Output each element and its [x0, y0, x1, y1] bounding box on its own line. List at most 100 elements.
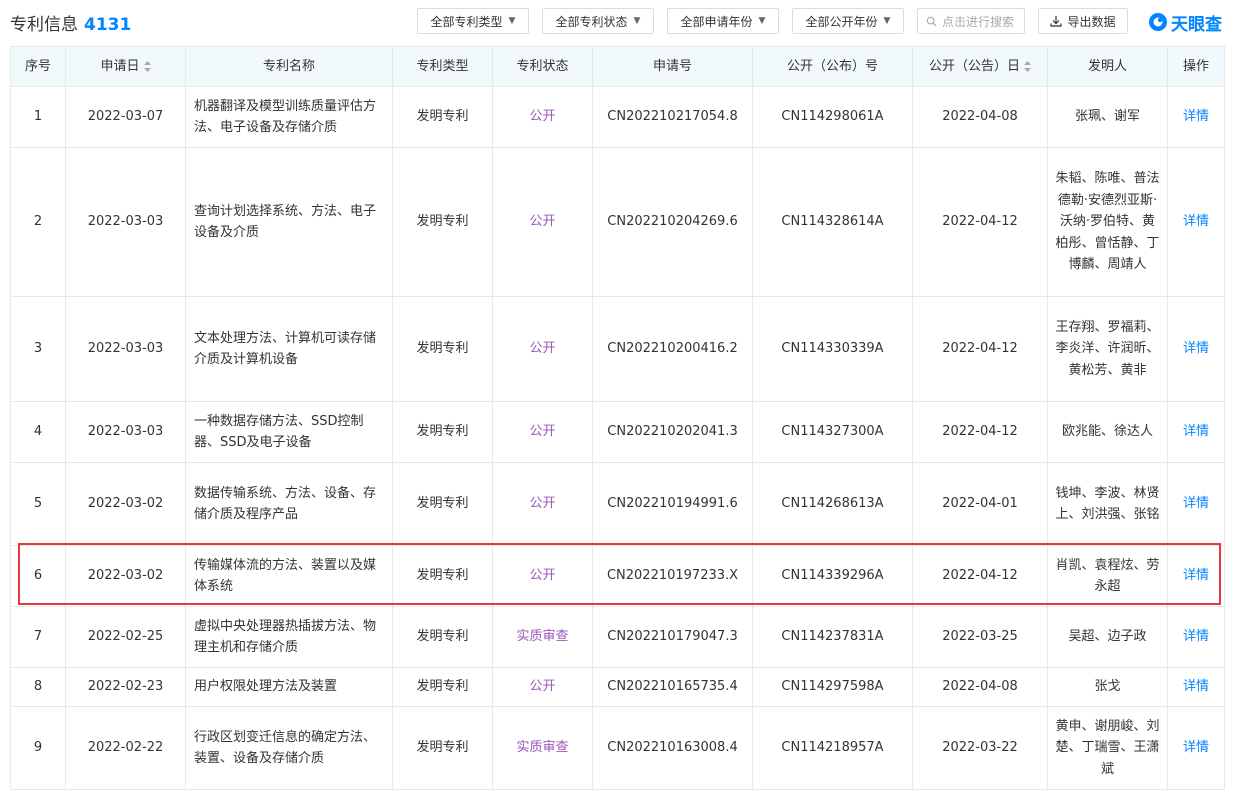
cell-pub-no: CN114330339A: [752, 296, 913, 402]
cell-index: 2: [10, 147, 66, 297]
tianyancha-logo[interactable]: 天眼查: [1148, 10, 1222, 35]
patent-type-filter[interactable]: 全部专利类型 ▼: [417, 8, 529, 34]
page-header: 专利信息 4131 全部专利类型 ▼ 全部专利状态 ▼ 全部申请年份 ▼ 全部公开年份 ▼…: [0, 0, 1235, 44]
caret-down-icon: ▼: [633, 16, 641, 26]
cell-pub-date: 2022-04-08: [912, 86, 1048, 148]
cell-type: 发明专利: [392, 706, 493, 790]
patent-table: 序号 申请日 专利名称 专利类型 专利状态 申请号 公开（公布）号 公开（公告）…: [10, 46, 1225, 790]
cell-apply-date: 2022-03-02: [65, 462, 186, 546]
col-header-pub-no: 公开（公布）号: [752, 46, 913, 87]
cell-name: 传输媒体流的方法、装置以及媒体系统: [185, 545, 393, 607]
detail-link[interactable]: 详情: [1167, 296, 1225, 402]
table-row-highlighted: 6 2022-03-02 传输媒体流的方法、装置以及媒体系统 发明专利 公开 C…: [10, 545, 1225, 607]
cell-index: 8: [10, 667, 66, 707]
cell-inventors: 欧兆能、徐达人: [1047, 401, 1168, 463]
cell-inventors: 黄申、谢朋峻、刘楚、丁瑞雪、王潇斌: [1047, 706, 1168, 790]
table-row: 2 2022-03-03 查询计划选择系统、方法、电子设备及介质 发明专利 公开…: [10, 147, 1225, 297]
col-header-pub-date[interactable]: 公开（公告）日: [912, 46, 1048, 87]
cell-name: 数据传输系统、方法、设备、存储介质及程序产品: [185, 462, 393, 546]
apply-year-filter[interactable]: 全部申请年份 ▼: [667, 8, 779, 34]
cell-index: 7: [10, 606, 66, 668]
sort-icon[interactable]: [143, 60, 151, 72]
col-header-status: 专利状态: [492, 46, 593, 87]
cell-pub-no: CN114327300A: [752, 401, 913, 463]
table-row: 4 2022-03-03 一种数据存储方法、SSD控制器、SSD及电子设备 发明…: [10, 401, 1225, 463]
cell-name: 行政区划变迁信息的确定方法、装置、设备及存储介质: [185, 706, 393, 790]
cell-pub-date: 2022-04-12: [912, 545, 1048, 607]
cell-inventors: 朱韬、陈唯、普法德勒·安德烈亚斯·沃纳·罗伯特、黄柏彤、曾恬静、丁博麟、周靖人: [1047, 147, 1168, 297]
cell-index: 6: [10, 545, 66, 607]
cell-name: 一种数据存储方法、SSD控制器、SSD及电子设备: [185, 401, 393, 463]
cell-apply-no: CN202210179047.3: [592, 606, 753, 668]
publish-year-filter[interactable]: 全部公开年份 ▼: [792, 8, 904, 34]
col-header-pub-date-label: 公开（公告）日: [928, 58, 1020, 74]
table-row: 7 2022-02-25 虚拟中央处理器热插拔方法、物理主机和存储介质 发明专利…: [10, 606, 1225, 668]
cell-status: 实质审查: [492, 606, 593, 668]
cell-apply-date: 2022-02-23: [65, 667, 186, 707]
cell-pub-date: 2022-04-12: [912, 147, 1048, 297]
cell-apply-date: 2022-03-02: [65, 545, 186, 607]
search-input[interactable]: 点击进行搜索: [917, 8, 1025, 34]
cell-apply-date: 2022-03-07: [65, 86, 186, 148]
cell-status: 公开: [492, 147, 593, 297]
col-header-index: 序号: [10, 46, 66, 87]
cell-pub-no: CN114237831A: [752, 606, 913, 668]
detail-link[interactable]: 详情: [1167, 86, 1225, 148]
sort-icon[interactable]: [1024, 60, 1031, 72]
cell-pub-no: CN114298061A: [752, 86, 913, 148]
col-header-apply-date-label: 申请日: [100, 58, 140, 74]
col-header-name: 专利名称: [185, 46, 393, 87]
cell-status: 实质审查: [492, 706, 593, 790]
cell-index: 1: [10, 86, 66, 148]
cell-pub-date: 2022-03-22: [912, 706, 1048, 790]
cell-name: 查询计划选择系统、方法、电子设备及介质: [185, 147, 393, 297]
detail-link[interactable]: 详情: [1167, 667, 1225, 707]
logo-mark-icon: [1149, 13, 1167, 31]
patent-status-filter[interactable]: 全部专利状态 ▼: [542, 8, 654, 34]
cell-name: 文本处理方法、计算机可读存储介质及计算机设备: [185, 296, 393, 402]
search-icon: [926, 16, 937, 27]
patent-count: 4131: [84, 15, 132, 35]
detail-link[interactable]: 详情: [1167, 401, 1225, 463]
detail-link[interactable]: 详情: [1167, 462, 1225, 546]
detail-link[interactable]: 详情: [1167, 706, 1225, 790]
cell-type: 发明专利: [392, 401, 493, 463]
cell-apply-no: CN202210202041.3: [592, 401, 753, 463]
cell-apply-no: CN202210163008.4: [592, 706, 753, 790]
col-header-type: 专利类型: [392, 46, 493, 87]
caret-down-icon: ▼: [758, 16, 766, 26]
cell-apply-no: CN202210204269.6: [592, 147, 753, 297]
search-placeholder: 点击进行搜索: [942, 14, 1015, 29]
col-header-inventors: 发明人: [1047, 46, 1168, 87]
cell-inventors: 王存翔、罗福莉、李炎洋、许润昕、黄松芳、黄非: [1047, 296, 1168, 402]
detail-link[interactable]: 详情: [1167, 606, 1225, 668]
export-data-button[interactable]: 导出数据: [1038, 8, 1128, 34]
cell-apply-date: 2022-02-22: [65, 706, 186, 790]
cell-pub-no: CN114268613A: [752, 462, 913, 546]
cell-pub-no: CN114339296A: [752, 545, 913, 607]
export-data-label: 导出数据: [1067, 14, 1116, 29]
caret-down-icon: ▼: [883, 16, 891, 26]
download-icon: [1050, 16, 1063, 27]
cell-name: 虚拟中央处理器热插拔方法、物理主机和存储介质: [185, 606, 393, 668]
cell-status: 公开: [492, 462, 593, 546]
detail-link[interactable]: 详情: [1167, 545, 1225, 607]
cell-name: 用户权限处理方法及装置: [185, 667, 393, 707]
cell-inventors: 张戈: [1047, 667, 1168, 707]
col-header-apply-date[interactable]: 申请日: [65, 46, 186, 87]
cell-status: 公开: [492, 86, 593, 148]
cell-index: 3: [10, 296, 66, 402]
cell-apply-date: 2022-03-03: [65, 147, 186, 297]
cell-type: 发明专利: [392, 462, 493, 546]
publish-year-filter-label: 全部公开年份: [805, 14, 878, 29]
cell-inventors: 钱坤、李波、林贤上、刘洪强、张铭: [1047, 462, 1168, 546]
cell-type: 发明专利: [392, 667, 493, 707]
cell-pub-date: 2022-03-25: [912, 606, 1048, 668]
table-header-row: 序号 申请日 专利名称 专利类型 专利状态 申请号 公开（公布）号 公开（公告）…: [10, 46, 1225, 87]
detail-link[interactable]: 详情: [1167, 147, 1225, 297]
cell-apply-no: CN202210165735.4: [592, 667, 753, 707]
cell-status: 公开: [492, 401, 593, 463]
cell-pub-date: 2022-04-01: [912, 462, 1048, 546]
col-header-apply-no: 申请号: [592, 46, 753, 87]
cell-pub-date: 2022-04-08: [912, 667, 1048, 707]
